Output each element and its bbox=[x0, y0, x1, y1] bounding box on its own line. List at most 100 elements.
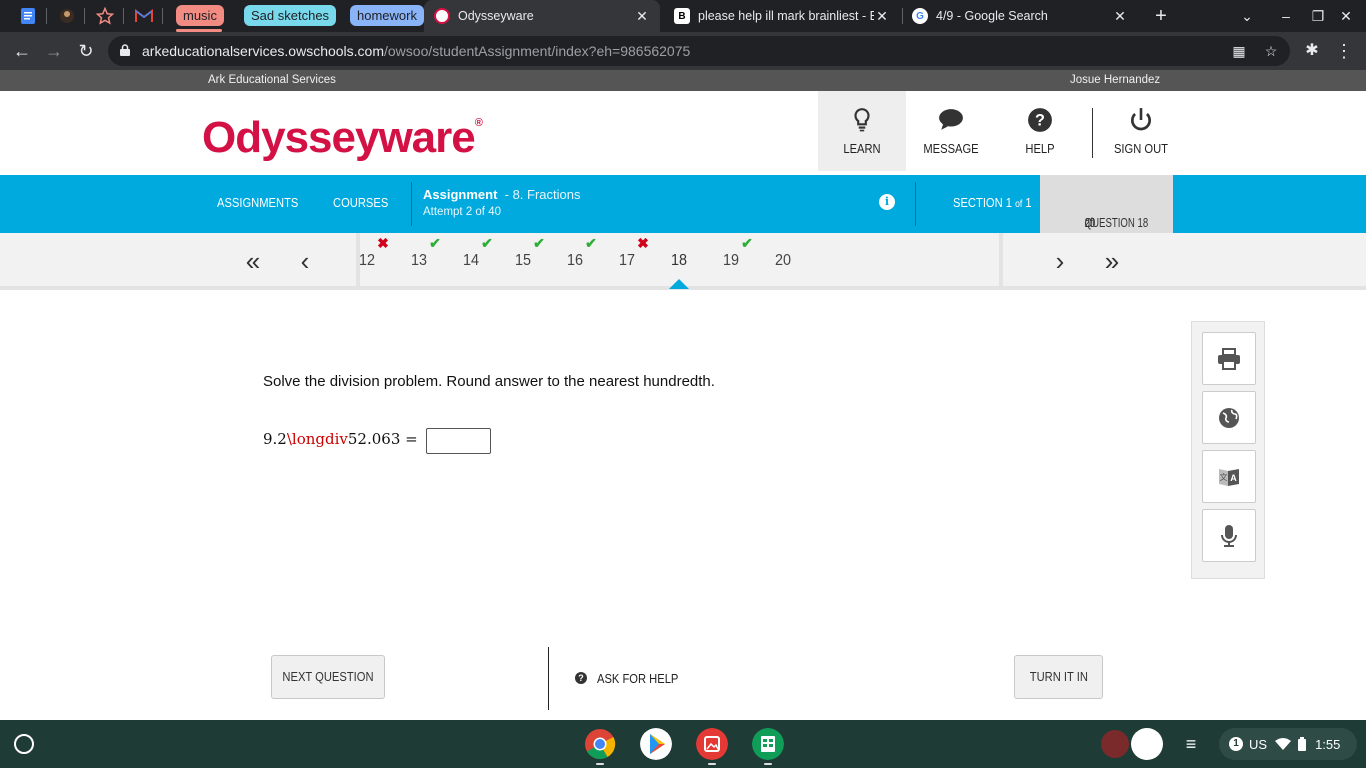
notification-avatar-icon[interactable] bbox=[1099, 728, 1131, 760]
next-question-button[interactable]: NEXT QUESTION bbox=[271, 655, 385, 699]
url-path: /owsoo/studentAssignment/index?eh=986562… bbox=[384, 43, 691, 59]
extensions-puzzle-icon[interactable]: ✱ bbox=[1300, 39, 1324, 63]
locale-indicator: US bbox=[1249, 736, 1268, 752]
incorrect-x-icon: ✖ bbox=[637, 235, 649, 251]
assignment-label: Assignment bbox=[423, 187, 498, 202]
status-tray[interactable]: 1 US 1:55 bbox=[1219, 728, 1357, 760]
close-window-icon[interactable]: ✕ bbox=[1336, 6, 1356, 26]
message-label: MESSAGE bbox=[923, 141, 979, 156]
globe-button[interactable] bbox=[1202, 391, 1256, 444]
tab-title: Odysseyware bbox=[458, 9, 534, 23]
translate-button[interactable]: A文 bbox=[1202, 450, 1256, 503]
gallery-icon[interactable] bbox=[696, 728, 728, 760]
assignments-link[interactable]: ASSIGNMENTS bbox=[217, 195, 298, 210]
learn-button[interactable]: LEARN bbox=[818, 91, 906, 171]
logo-registered-mark: ® bbox=[474, 117, 483, 129]
close-tab-icon[interactable]: ✕ bbox=[1112, 8, 1128, 25]
question-number-17[interactable]: 17 bbox=[609, 252, 645, 270]
info-icon[interactable]: i bbox=[879, 194, 895, 210]
logo-text: Odysseyware bbox=[202, 113, 476, 162]
star-bookmark-icon[interactable] bbox=[95, 6, 115, 26]
header-divider bbox=[1092, 108, 1093, 158]
tab-search-chevron-icon[interactable]: ⌄ bbox=[1237, 6, 1257, 26]
last-question-icon[interactable]: » bbox=[1099, 248, 1125, 274]
tab-group-homework[interactable]: homework bbox=[350, 5, 424, 26]
tools-panel: A文 bbox=[1191, 321, 1265, 579]
first-question-icon[interactable]: « bbox=[240, 248, 266, 274]
question-number-16[interactable]: 16 bbox=[557, 252, 593, 270]
chrome-icon[interactable] bbox=[584, 728, 616, 760]
restore-icon[interactable]: ❐ bbox=[1308, 6, 1328, 26]
play-store-icon[interactable] bbox=[640, 728, 672, 760]
turn-it-in-button[interactable]: TURN IT IN bbox=[1014, 655, 1103, 699]
incorrect-x-icon: ✖ bbox=[377, 235, 389, 251]
question-number-14[interactable]: 14 bbox=[453, 252, 489, 270]
question-number-12[interactable]: 12 bbox=[349, 252, 385, 270]
tab-google-search[interactable]: G 4/9 - Google Search ✕ bbox=[902, 0, 1138, 32]
answer-input[interactable] bbox=[426, 428, 491, 454]
sign-out-label: SIGN OUT bbox=[1113, 141, 1169, 156]
back-arrow-icon[interactable]: ← bbox=[10, 39, 34, 63]
correct-check-icon: ✔ bbox=[429, 235, 441, 251]
tab-title: 4/9 - Google Search bbox=[936, 9, 1048, 23]
bookmark-star-icon[interactable]: ☆ bbox=[1262, 42, 1280, 60]
new-tab-icon[interactable]: + bbox=[1151, 6, 1171, 26]
sign-out-button[interactable]: SIGN OUT bbox=[1097, 91, 1185, 171]
odysseyware-logo[interactable]: Odysseyware® bbox=[202, 113, 483, 163]
site-top-strip: Ark Educational Services Josue Hernandez bbox=[0, 70, 1366, 91]
svg-text:文: 文 bbox=[1220, 472, 1228, 482]
correct-check-icon: ✔ bbox=[481, 235, 493, 251]
profile-avatar-icon[interactable] bbox=[1131, 728, 1163, 760]
launcher-icon[interactable] bbox=[14, 734, 34, 754]
org-name: Ark Educational Services bbox=[208, 74, 336, 86]
ask-for-help-link[interactable]: ? ASK FOR HELP bbox=[575, 670, 692, 686]
help-button[interactable]: ? HELP bbox=[996, 91, 1084, 171]
previous-question-icon[interactable]: ‹ bbox=[292, 248, 318, 274]
minimize-icon[interactable]: – bbox=[1276, 6, 1296, 26]
tab-separator bbox=[162, 8, 163, 24]
tab-brainly[interactable]: B please help ill mark brainliest - B ✕ bbox=[664, 0, 900, 32]
question-indicator: QUESTION 18 of 20 bbox=[1040, 175, 1173, 233]
next-question-label: NEXT QUESTION bbox=[282, 669, 374, 684]
question-number-15[interactable]: 15 bbox=[505, 252, 541, 270]
question-prompt: Solve the division problem. Round answer… bbox=[263, 373, 715, 390]
browser-toolbar: ← → ↻ arkeducationalservices.owschools.c… bbox=[0, 32, 1366, 70]
next-question-icon[interactable]: › bbox=[1047, 248, 1073, 274]
courses-link[interactable]: COURSES bbox=[333, 195, 388, 210]
pager-divider bbox=[999, 233, 1003, 286]
avatar-bookmark-icon[interactable] bbox=[57, 6, 77, 26]
section-total: 1 bbox=[1025, 195, 1032, 210]
question-number-13[interactable]: 13 bbox=[401, 252, 437, 270]
correct-check-icon: ✔ bbox=[585, 235, 597, 251]
question-number-18[interactable]: 18 bbox=[661, 252, 697, 270]
nav-divider bbox=[915, 182, 916, 226]
qr-code-icon[interactable]: ▦ bbox=[1230, 42, 1248, 60]
tab-group-sad-sketches[interactable]: Sad sketches bbox=[244, 5, 337, 26]
lightbulb-icon bbox=[854, 108, 870, 132]
close-tab-icon[interactable]: ✕ bbox=[634, 8, 650, 25]
notification-count-badge: 1 bbox=[1229, 737, 1243, 751]
reload-icon[interactable]: ↻ bbox=[74, 39, 98, 63]
microphone-button[interactable] bbox=[1202, 509, 1256, 562]
translate-icon: A文 bbox=[1219, 468, 1239, 486]
tab-odysseyware[interactable]: Odysseyware ✕ bbox=[424, 0, 660, 32]
divisor: 9.2 bbox=[263, 430, 287, 448]
media-queue-icon[interactable]: ≡ bbox=[1181, 732, 1201, 756]
tab-group-music[interactable]: music bbox=[176, 5, 224, 26]
address-bar[interactable]: arkeducationalservices.owschools.com/ows… bbox=[108, 36, 1290, 66]
docs-bookmark-icon[interactable] bbox=[18, 6, 38, 26]
close-tab-icon[interactable]: ✕ bbox=[874, 8, 890, 25]
print-button[interactable] bbox=[1202, 332, 1256, 385]
question-number-19[interactable]: 19 bbox=[713, 252, 749, 270]
message-button[interactable]: MESSAGE bbox=[907, 91, 995, 171]
forward-arrow-icon[interactable]: → bbox=[42, 39, 66, 63]
attempt-count: Attempt 2 of 40 bbox=[423, 206, 501, 218]
brainly-favicon-icon: B bbox=[674, 8, 690, 24]
gmail-bookmark-icon[interactable] bbox=[134, 6, 154, 26]
battery-icon bbox=[1298, 737, 1307, 751]
dividend: 52.063 bbox=[347, 430, 401, 448]
assignment-nav: ASSIGNMENTS COURSES Assignment - 8. Frac… bbox=[0, 175, 1366, 233]
question-number-20[interactable]: 20 bbox=[765, 252, 801, 270]
kebab-menu-icon[interactable]: ⋮ bbox=[1332, 39, 1356, 63]
sheets-icon[interactable] bbox=[752, 728, 784, 760]
